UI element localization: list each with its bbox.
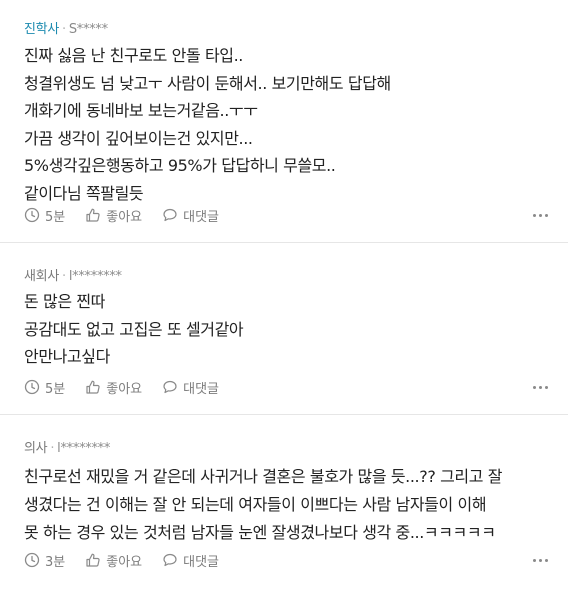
time-label: 5분 [45,209,66,225]
author-company[interactable]: 의사 [24,441,48,456]
comment-item: 의사 · l******** 친구로선 재밌을 거 같은데 사귀거나 결혼은 불호가… [0,415,568,591]
comment-time: 5분 [24,378,65,397]
speech-bubble-icon [163,553,177,567]
like-label: 좋아요 [106,554,143,570]
reply-label: 대댓글 [183,209,220,225]
comment-header: 진학사 · S***** [24,18,108,37]
author-company[interactable]: 진학사 [24,22,59,37]
header-separator: · [50,441,55,456]
comment-text-line: 돈 많은 찐따 [24,292,105,311]
thumbs-up-icon [86,553,100,567]
author-id: S***** [68,22,108,37]
time-label: 5분 [45,381,66,397]
more-dots-icon[interactable] [533,555,548,566]
comment-text-line: 가끔 생각이 깊어보이는건 있지만... [24,128,253,148]
comment-text-line: 안만나고싶다 [24,347,110,366]
comment-text-line: 친구로선 재밌을 거 같은데 사귀거나 결혼은 불호가 많을 듯...?? 그리… [24,467,503,486]
author-company[interactable]: 새회사 [24,269,59,284]
comment-item: 진학사 · S***** 진짜 싫음 난 친구로도 안돌 타입.. 청결위생도 넘 … [0,0,568,243]
comment-time: 5분 [24,206,65,225]
comment-text-line: 5%생각깊은행동하고 95%가 답답하니 무쓸모.. [24,156,336,175]
speech-bubble-icon [163,380,177,394]
reply-button[interactable]: 대댓글 [162,206,219,225]
author-id: l******** [57,441,111,456]
comment-body: 돈 많은 찐따 공감대도 없고 고집은 또 셀거같아 안만나고싶다 [24,288,548,371]
reply-button[interactable]: 대댓글 [162,551,219,570]
comment-actions: 5분 좋아요 대댓글 [24,205,548,225]
comment-item: 새회사 · l******** 돈 많은 찐따 공감대도 없고 고집은 또 셀거같아… [0,243,568,415]
comment-actions: 5분 좋아요 대댓글 [24,377,548,397]
clock-icon [24,207,40,223]
speech-bubble-icon [163,208,177,222]
clock-icon [24,379,40,395]
more-dots-icon[interactable] [533,382,548,393]
reply-label: 대댓글 [183,554,220,570]
comment-text-line: 못 하는 경우 있는 것처럼 남자들 눈엔 잘생겼나보다 생각 중...ㅋㅋㅋㅋ… [24,523,496,542]
comment-header: 의사 · l******** [24,437,110,456]
thumbs-up-icon [86,208,100,222]
comment-body: 친구로선 재밌을 거 같은데 사귀거나 결혼은 불호가 많을 듯...?? 그리… [24,463,548,547]
comment-text-line: 진짜 싫음 난 친구로도 안돌 타입.. [24,46,243,65]
comment-body: 진짜 싫음 난 친구로도 안돌 타입.. 청결위생도 넘 낮고ㅜ 사람이 둔해서… [24,42,548,207]
like-label: 좋아요 [106,381,143,397]
like-label: 좋아요 [106,209,143,225]
thumbs-up-icon [86,380,100,394]
clock-icon [24,552,40,568]
comment-text-line: 공감대도 없고 고집은 또 셀거같아 [24,319,244,339]
comment-text-line: 같이다님 쪽팔릴듯 [24,183,144,203]
comment-time: 3분 [24,551,65,570]
like-button[interactable]: 좋아요 [85,378,142,397]
comment-header: 새회사 · l******** [24,265,122,284]
comment-text-line: 청결위생도 넘 낮고ㅜ 사람이 둔해서.. 보기만해도 답답해 [24,73,391,93]
comment-text-line: 생겼다는 건 이해는 잘 안 되는데 여자들이 이쁘다는 사람 남자들이 이해 [24,495,487,514]
like-button[interactable]: 좋아요 [85,206,142,225]
reply-button[interactable]: 대댓글 [162,378,219,397]
comment-actions: 3분 좋아요 대댓글 [24,550,548,570]
author-id: l******** [68,269,122,284]
reply-label: 대댓글 [183,381,220,397]
header-separator: · [61,269,66,284]
header-separator: · [61,22,66,37]
time-label: 3분 [45,554,66,570]
like-button[interactable]: 좋아요 [85,551,142,570]
more-dots-icon[interactable] [533,210,548,221]
comment-text-line: 개화기에 동네바보 보는거같음..ㅜㅜ [24,101,258,120]
